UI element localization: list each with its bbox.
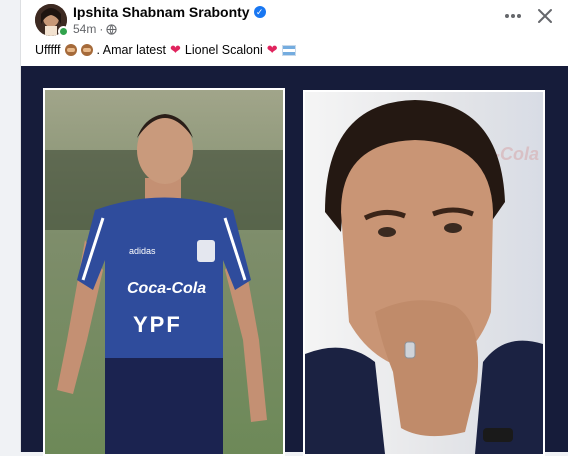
post-time[interactable]: 54m <box>73 22 96 36</box>
person-left-figure <box>45 114 283 454</box>
author-name[interactable]: Ipshita Shabnam Srabonty <box>73 4 250 20</box>
photo-left-training[interactable]: Coca-Cola YPF adidas <box>43 88 285 456</box>
caption-lead: Ufffff <box>35 43 61 57</box>
close-button[interactable] <box>533 6 557 30</box>
meta-separator: · <box>99 22 104 36</box>
jersey-sponsor-coca-cola: Coca-Cola <box>127 280 207 297</box>
photo-right-press[interactable]: Coca-Cola <box>303 90 545 456</box>
post-card: Ipshita Shabnam Srabonty ✓ 54m · Ufffff … <box>20 0 568 456</box>
more-options-icon <box>505 14 521 18</box>
see-no-evil-monkey-icon <box>64 44 77 56</box>
red-heart-icon: ❤ <box>169 42 181 57</box>
more-options-button[interactable] <box>501 6 525 30</box>
verified-badge-icon: ✓ <box>253 6 266 18</box>
person-right-figure <box>305 100 543 454</box>
post-caption: Ufffff . Amar latest ❤ Lionel Scaloni ❤ <box>35 42 296 58</box>
argentina-flag-icon <box>281 44 296 56</box>
globe-icon <box>106 23 117 35</box>
post-media[interactable]: Coca-Cola YPF adidas Coca-Cola <box>21 66 568 456</box>
see-no-evil-monkey-icon <box>80 44 93 56</box>
close-icon <box>538 9 552 23</box>
author-header: Ipshita Shabnam Srabonty ✓ <box>73 4 266 20</box>
jersey-kit-brand: adidas <box>129 246 156 256</box>
red-heart-icon: ❤ <box>266 42 278 57</box>
jersey-sponsor-ypf: YPF <box>133 312 182 337</box>
caption-name: Lionel Scaloni <box>184 43 263 57</box>
online-status-dot <box>58 26 69 37</box>
post-meta: 54m · <box>73 22 117 36</box>
caption-middle: . Amar latest <box>96 43 166 57</box>
